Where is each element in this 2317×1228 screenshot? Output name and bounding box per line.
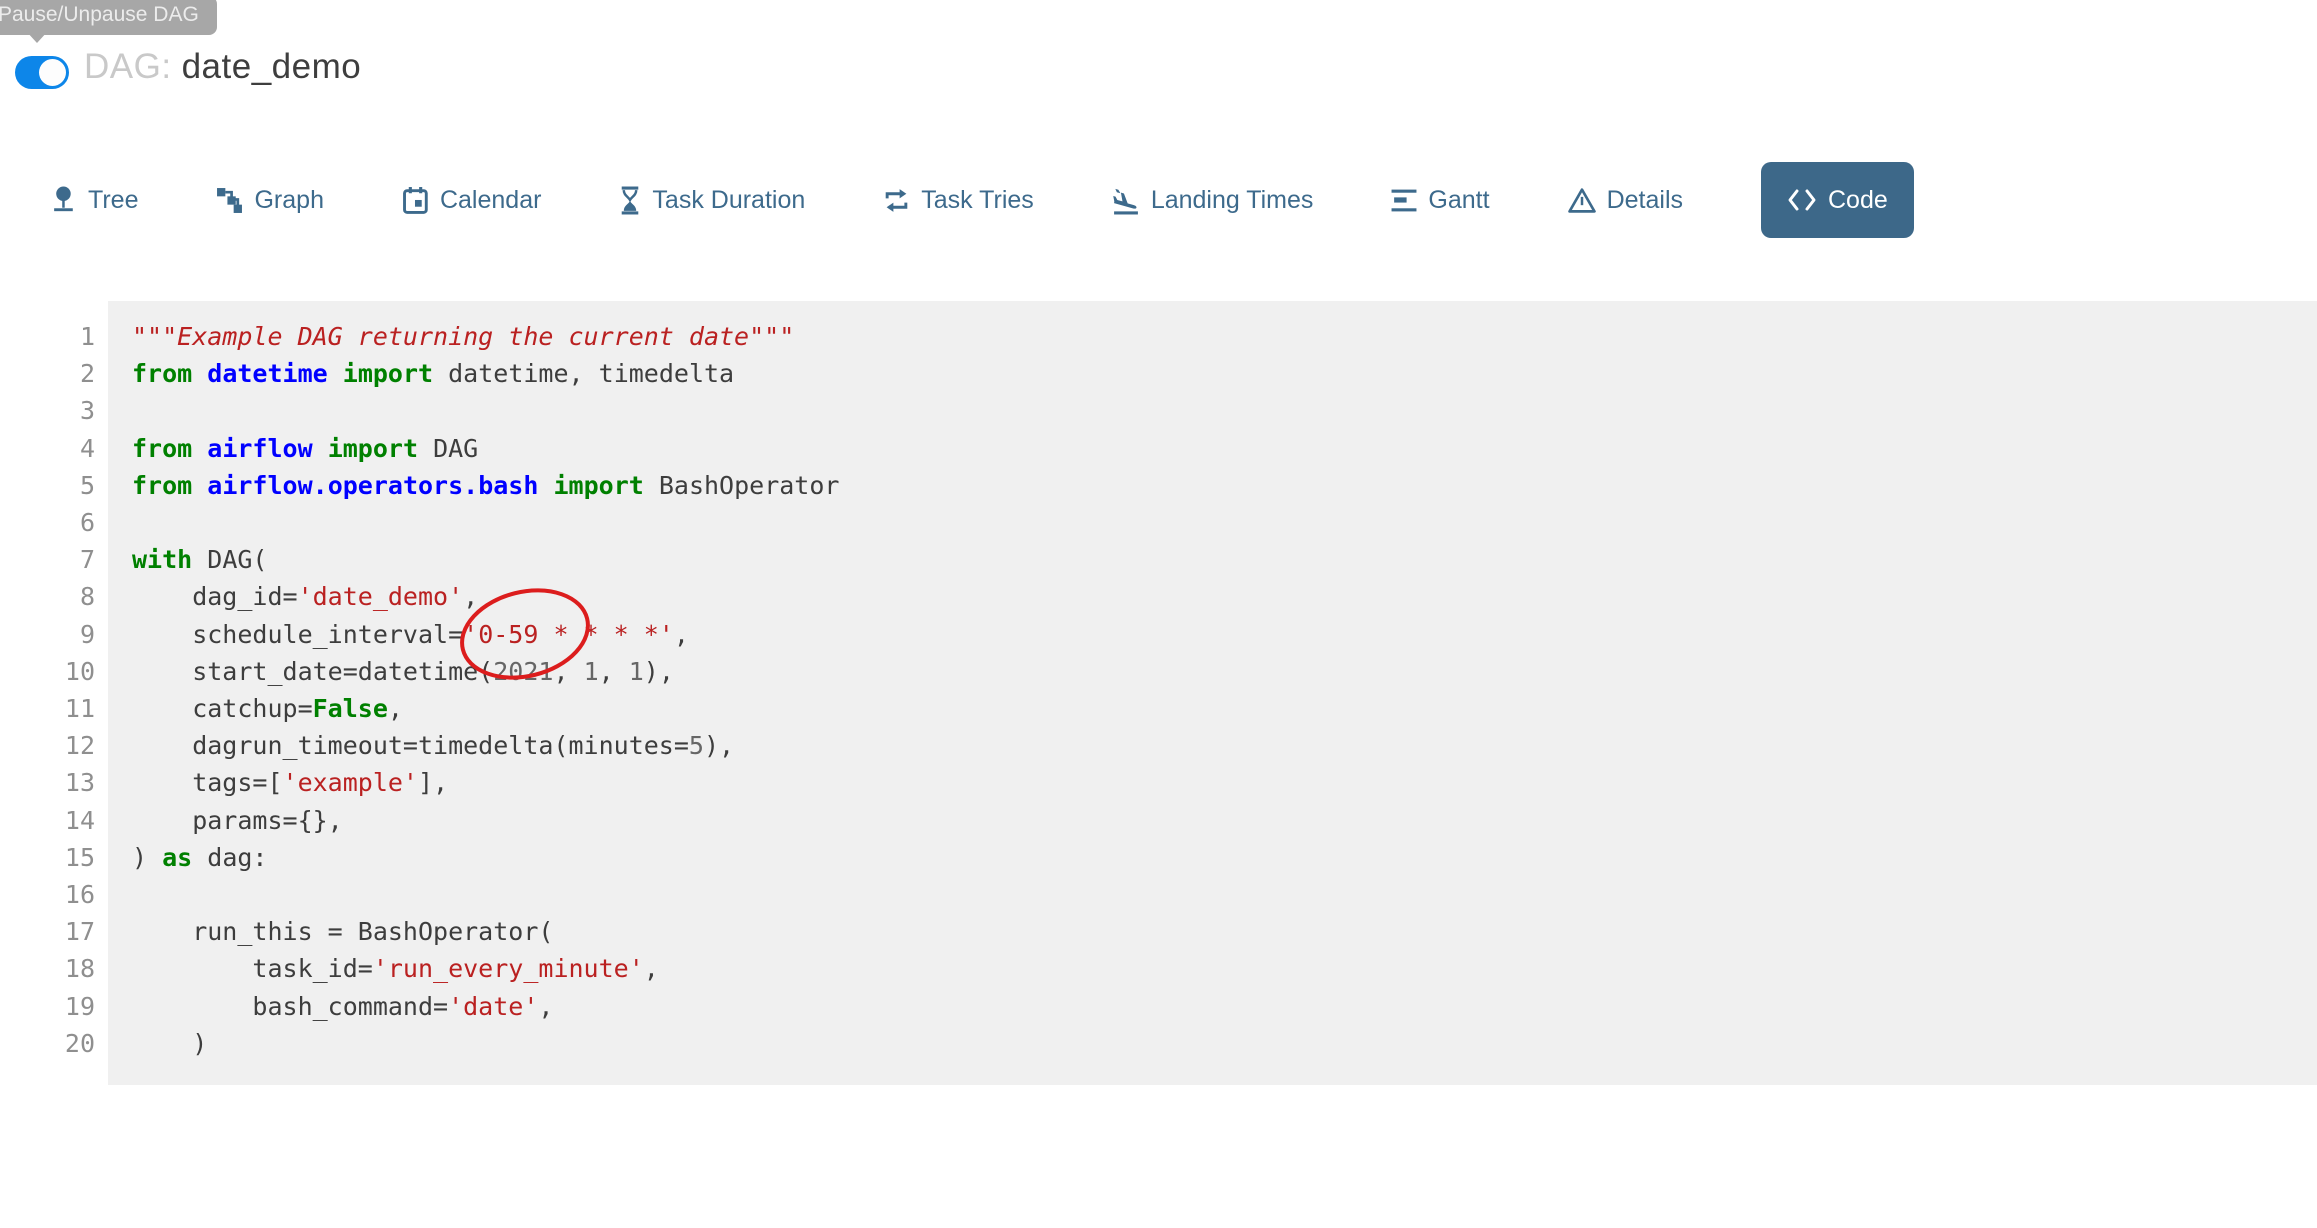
line-number: 16 [0,876,95,913]
code-brackets-icon [1787,187,1817,213]
code-line: tags=['example'], [132,764,2317,801]
tab-label: Task Duration [652,186,805,215]
tab-landing-times[interactable]: Landing Times [1112,186,1314,215]
tab-label: Code [1828,186,1888,215]
line-number: 2 [0,355,95,392]
code-lines: """Example DAG returning the current dat… [108,301,2317,1085]
tab-label: Graph [254,186,323,215]
tab-gantt[interactable]: Gantt [1391,186,1489,215]
tab-label: Calendar [440,186,541,215]
code-line [132,392,2317,429]
line-number: 8 [0,578,95,615]
tab-task-duration[interactable]: Task Duration [619,186,805,215]
repeat-icon [883,187,910,214]
tab-label: Details [1607,186,1683,215]
code-line-numbers: 1234567891011121314151617181920 [0,301,108,1085]
tab-task-tries[interactable]: Task Tries [883,186,1034,215]
line-number: 7 [0,541,95,578]
line-number: 20 [0,1025,95,1062]
code-line: bash_command='date', [132,988,2317,1025]
tab-calendar[interactable]: Calendar [402,186,541,215]
code-line: catchup=False, [132,690,2317,727]
tab-label: Gantt [1428,186,1489,215]
line-number: 1 [0,318,95,355]
calendar-icon [402,186,429,215]
tab-code[interactable]: Code [1761,162,1914,238]
dag-pause-toggle[interactable] [15,56,69,89]
code-line: schedule_interval='0-59 * * * *', [132,616,2317,653]
line-number: 4 [0,430,95,467]
code-line: from airflow.operators.bash import BashO… [132,467,2317,504]
pause-tooltip-text: Pause/Unpause DAG [0,3,199,26]
code-line: dagrun_timeout=timedelta(minutes=5), [132,727,2317,764]
dag-name: date_demo [182,47,362,86]
code-line: with DAG( [132,541,2317,578]
code-line: from airflow import DAG [132,430,2317,467]
line-number: 3 [0,392,95,429]
gantt-bars-icon [1391,187,1417,214]
line-number: 10 [0,653,95,690]
code-line: from datetime import datetime, timedelta [132,355,2317,392]
graph-icon [216,187,243,214]
hourglass-icon [619,186,641,215]
code-line [132,504,2317,541]
code-line: ) as dag: [132,839,2317,876]
view-tabs: Tree Graph Calendar [52,160,1914,240]
tab-details[interactable]: Details [1568,186,1683,215]
tab-graph[interactable]: Graph [216,186,323,215]
line-number: 12 [0,727,95,764]
airflow-dag-code-page: Pause/Unpause DAG DAG: date_demo Tree [0,0,2317,1228]
code-line: task_id='run_every_minute', [132,950,2317,987]
code-line: """Example DAG returning the current dat… [132,318,2317,355]
tree-icon [52,186,77,215]
code-line: run_this = BashOperator( [132,913,2317,950]
line-number: 9 [0,616,95,653]
line-number: 6 [0,504,95,541]
toggle-knob [39,59,66,86]
tab-label: Landing Times [1151,186,1314,215]
triangle-icon [1568,187,1596,214]
code-line [132,876,2317,913]
dag-label: DAG: [84,47,172,86]
tab-label: Tree [88,186,138,215]
line-number: 5 [0,467,95,504]
line-number: 14 [0,802,95,839]
line-number: 18 [0,950,95,987]
tooltip-arrow [26,31,48,43]
line-number: 13 [0,764,95,801]
code-line: dag_id='date_demo', [132,578,2317,615]
tab-tree[interactable]: Tree [52,186,138,215]
code-line: start_date=datetime(2021, 1, 1), [132,653,2317,690]
line-number: 17 [0,913,95,950]
page-title: DAG: date_demo [84,47,361,87]
line-number: 15 [0,839,95,876]
code-line: ) [132,1025,2317,1062]
dag-source-code: 1234567891011121314151617181920 """Examp… [0,301,2317,1085]
code-line: params={}, [132,802,2317,839]
plane-landing-icon [1112,186,1140,215]
line-number: 11 [0,690,95,727]
line-number: 19 [0,988,95,1025]
pause-tooltip: Pause/Unpause DAG [0,0,217,35]
tab-label: Task Tries [921,186,1034,215]
